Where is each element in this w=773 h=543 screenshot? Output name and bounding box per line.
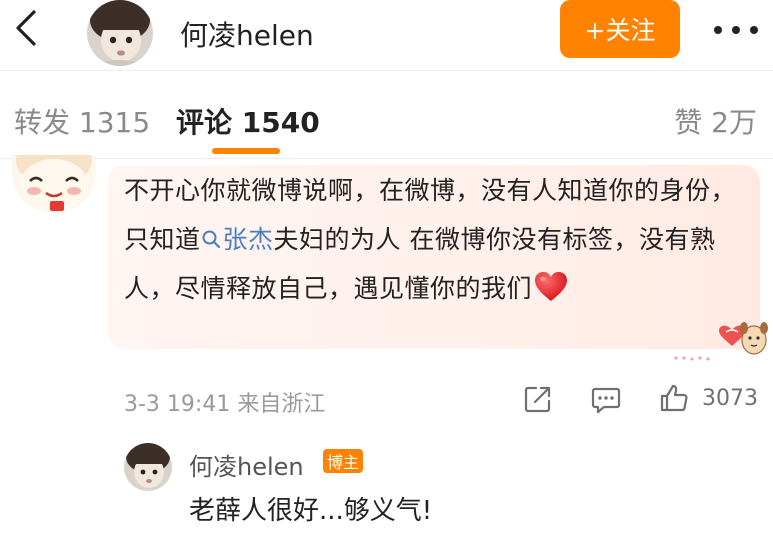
reply-text: 老薛人很好...够义气! <box>189 496 433 526</box>
comment-timestamp: 3-3 19:41 来自浙江 <box>124 392 326 417</box>
thumbs-up-icon[interactable] <box>659 383 689 413</box>
mention-link[interactable]: 张杰 <box>201 225 274 254</box>
profile-avatar[interactable] <box>87 0 153 66</box>
tab-comments[interactable]: 评论 1540 <box>176 101 320 141</box>
author-badge: 博主 <box>323 449 363 473</box>
follow-button[interactable]: +关注 <box>560 0 680 58</box>
comment-reply-icon[interactable] <box>591 386 621 414</box>
mention-name[interactable]: 张杰 <box>223 225 274 254</box>
back-arrow-icon[interactable] <box>8 8 44 48</box>
red-heart-icon <box>535 272 568 301</box>
tab-likes[interactable]: 赞 2万 <box>674 101 757 141</box>
reply-avatar[interactable] <box>124 443 172 491</box>
profile-username[interactable]: 何凌helen <box>180 14 314 54</box>
tabs-divider <box>0 158 773 159</box>
header-divider <box>0 70 773 71</box>
share-icon[interactable] <box>523 384 553 414</box>
top-bar: 何凌helen +关注 <box>0 0 773 68</box>
more-options-icon[interactable] <box>708 19 764 41</box>
active-tab-indicator <box>212 148 280 154</box>
comment-body: 不开心你就微博说啊，在微博，没有人知道你的身份，只知道 张杰夫妇的为人 在微博你没… <box>124 166 749 313</box>
reply-username[interactable]: 何凌helen <box>189 447 304 482</box>
search-icon <box>202 230 220 249</box>
like-count: 3073 <box>702 386 758 411</box>
tab-reposts[interactable]: 转发 1315 <box>14 101 150 141</box>
decorative-sticker-icon <box>674 322 768 361</box>
commenter-avatar[interactable] <box>12 155 96 213</box>
